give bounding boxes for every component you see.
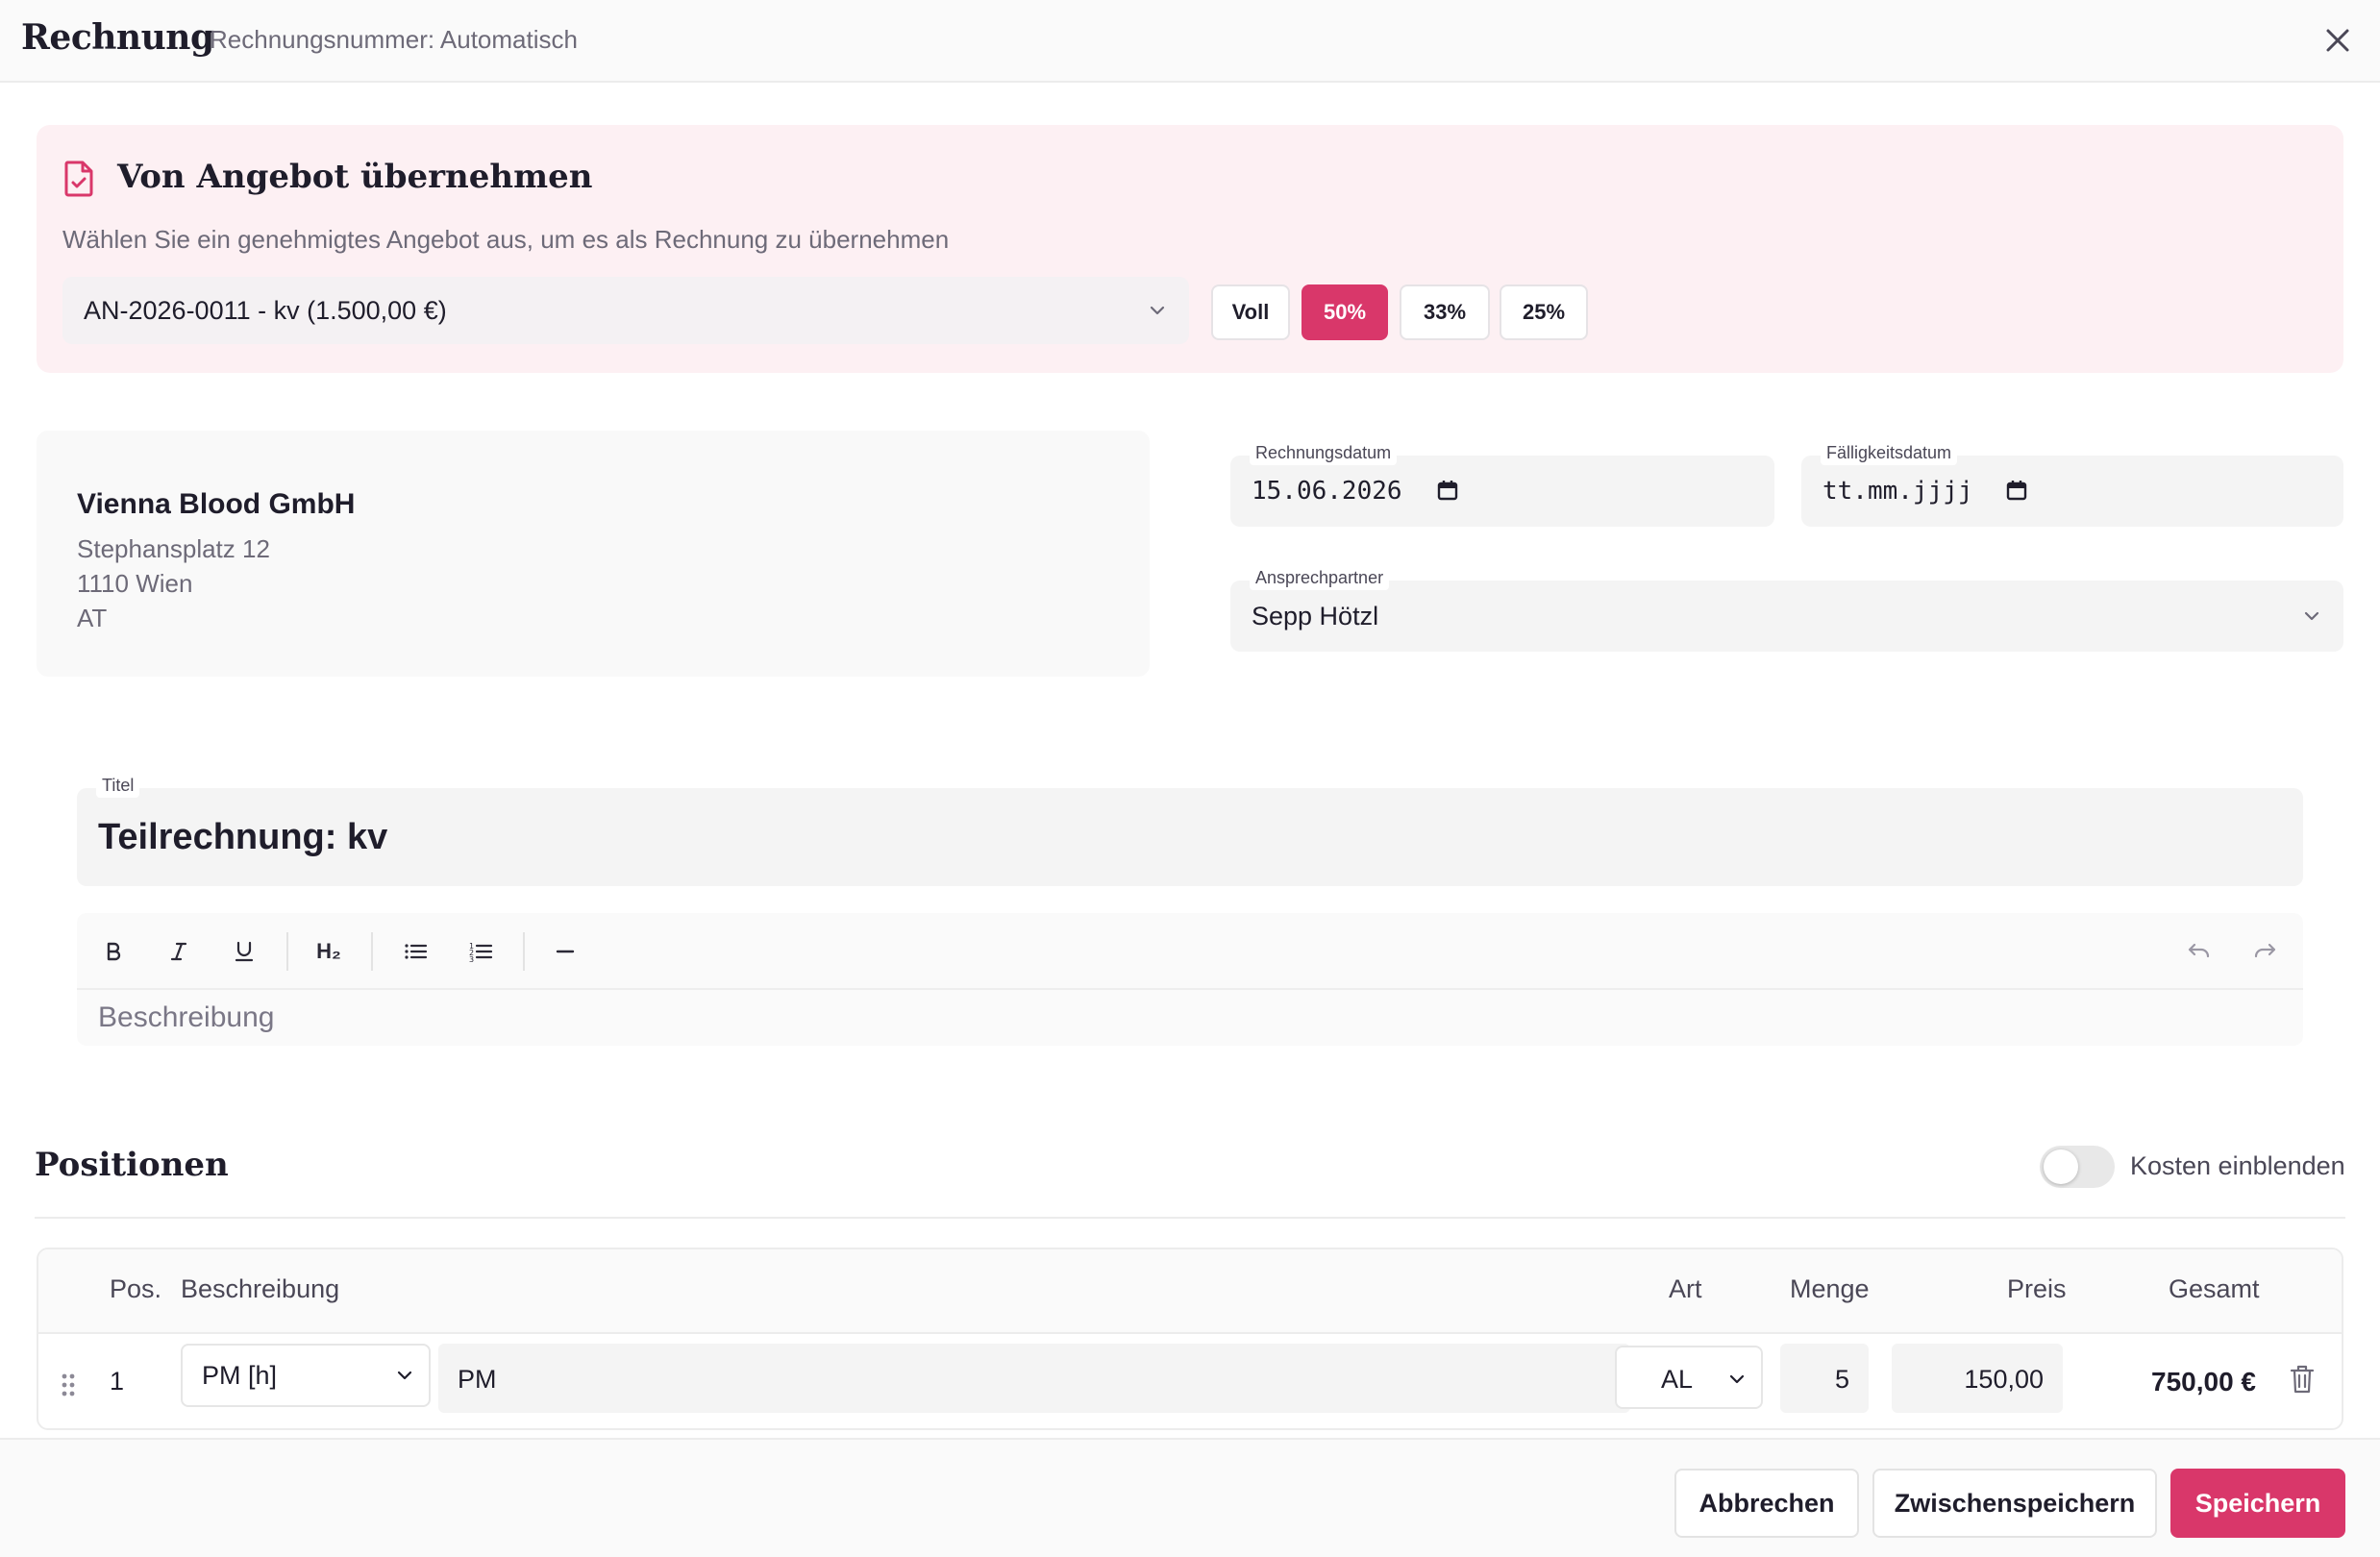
offer-import-hint: Wählen Sie ein genehmigtes Angebot aus, … [62,225,950,254]
invoice-date-label: Rechnungsdatum [1250,440,1398,465]
table-header: Pos. Beschreibung Art Menge Preis Gesamt [38,1249,2342,1334]
column-price: Preis [2007,1274,2067,1303]
position-description-value: PM [458,1365,497,1394]
type-select[interactable]: AL [1615,1346,1763,1409]
invoice-number-label: Rechnungsnummer: Automatisch [210,25,578,54]
description-placeholder: Beschreibung [98,1001,275,1033]
offer-select[interactable]: AN-2026-0011 - kv (1.500,00 €) [62,277,1189,344]
customer-street: Stephansplatz 12 [77,534,270,563]
toolbar-divider [371,932,373,971]
editor-toolbar: H₂ 123 [77,913,2303,990]
section-divider [35,1217,2345,1219]
price-input[interactable]: 150,00 [1892,1344,2063,1413]
contact-person-value: Sepp Hötzl [1252,602,1379,630]
cancel-button[interactable]: Abbrechen [1674,1469,1859,1538]
bullet-list-icon[interactable] [394,930,436,973]
full-amount-button[interactable]: Voll [1211,284,1290,340]
customer-country: AT [77,604,108,632]
position-description-input[interactable]: PM [438,1344,1630,1413]
numbered-list-icon[interactable]: 123 [459,930,502,973]
position-total: 750,00 € [2151,1367,2256,1396]
toolbar-divider [286,932,288,971]
drag-handle-icon[interactable] [58,1371,79,1399]
toggle-knob [2044,1149,2078,1184]
customer-address-card[interactable]: Vienna Blood GmbH Stephansplatz 12 1110 … [37,431,1150,677]
column-pos: Pos. [110,1274,162,1303]
offer-import-panel: Von Angebot übernehmen Wählen Sie ein ge… [37,125,2343,373]
trash-icon[interactable] [2288,1363,2317,1396]
thirty-three-percent-button[interactable]: 33% [1400,284,1490,340]
bold-icon[interactable] [92,930,135,973]
quantity-value: 5 [1834,1365,1849,1394]
calendar-icon[interactable] [1436,479,1459,502]
due-date-field[interactable]: Fälligkeitsdatum tt.mm.jjjj [1801,440,2343,527]
horizontal-rule-icon[interactable] [544,930,586,973]
table-row: 1 PM [h] PM AL 5 150,00 750,00 € [38,1336,2342,1428]
positions-heading: Positionen [35,1146,229,1184]
price-value: 150,00 [1964,1365,2044,1394]
toolbar-divider [523,932,525,971]
close-icon[interactable] [2318,21,2357,60]
calendar-icon[interactable] [2005,479,2028,502]
position-number: 1 [110,1367,125,1396]
offer-select-value: AN-2026-0011 - kv (1.500,00 €) [84,296,447,325]
dialog-title: Rechnung [21,17,214,58]
column-type: Art [1669,1274,1702,1303]
invoice-date-field[interactable]: Rechnungsdatum 15.06.2026 [1230,440,1774,527]
dialog-footer: Abbrechen Zwischenspeichern Speichern [0,1438,2380,1557]
underline-icon[interactable] [223,930,265,973]
chevron-down-icon [2304,611,2319,621]
contact-person-label: Ansprechpartner [1250,565,1390,590]
undo-icon[interactable] [2178,930,2220,973]
save-button[interactable]: Speichern [2170,1469,2345,1538]
column-quantity: Menge [1790,1274,1870,1303]
due-date-label: Fälligkeitsdatum [1821,440,1958,465]
description-editor[interactable]: H₂ 123 Beschreibung [77,913,2303,1046]
contact-person-select[interactable]: Ansprechpartner Sepp Hötzl [1230,565,2343,652]
chevron-down-icon [1150,306,1165,315]
title-value: Teilrechnung: kv [98,817,388,857]
save-draft-button[interactable]: Zwischenspeichern [1872,1469,2157,1538]
chevron-down-icon [397,1371,412,1380]
quantity-input[interactable]: 5 [1780,1344,1869,1413]
invoice-date-value: 15.06.2026 [1252,477,1402,506]
title-label: Titel [96,773,140,798]
column-total: Gesamt [2169,1274,2260,1303]
redo-icon[interactable] [2244,930,2286,973]
document-check-icon [62,160,96,198]
twenty-five-percent-button[interactable]: 25% [1500,284,1588,340]
show-costs-label: Kosten einblenden [2130,1151,2345,1180]
column-description: Beschreibung [181,1274,340,1303]
type-value: AL [1661,1365,1694,1394]
italic-icon[interactable] [158,930,200,973]
category-value: PM [h] [202,1361,278,1390]
title-field[interactable]: Titel Teilrechnung: kv [77,773,2303,886]
show-costs-toggle[interactable] [2040,1146,2115,1188]
chevron-down-icon [1729,1374,1745,1384]
customer-name: Vienna Blood GmbH [77,488,356,520]
dialog-header: Rechnung Rechnungsnummer: Automatisch [0,0,2380,83]
positions-table: Pos. Beschreibung Art Menge Preis Gesamt… [37,1248,2343,1430]
offer-import-heading: Von Angebot übernehmen [117,158,593,196]
customer-city: 1110 Wien [77,569,193,598]
svg-text:3: 3 [469,955,474,963]
category-select[interactable]: PM [h] [181,1344,431,1407]
fifty-percent-button[interactable]: 50% [1302,284,1388,340]
due-date-placeholder: tt.mm.jjjj [1822,477,1973,506]
heading-2-icon[interactable]: H₂ [308,930,350,973]
